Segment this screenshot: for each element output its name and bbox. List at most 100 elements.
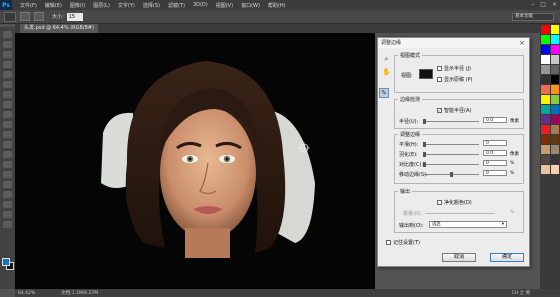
swatch-color[interactable] — [550, 45, 559, 54]
brush-tool-icon[interactable] — [3, 101, 12, 108]
swatch-color[interactable] — [550, 25, 559, 34]
gradient-tool-icon[interactable] — [3, 141, 12, 148]
dialog-close-icon[interactable]: × — [519, 39, 525, 47]
show-radius-checkbox[interactable] — [437, 66, 442, 71]
swatch-color[interactable] — [541, 115, 550, 124]
contrast-input[interactable]: 0 — [483, 160, 507, 166]
menu-image[interactable]: 图像(I) — [70, 2, 85, 9]
zoom-level[interactable]: 64.42% — [18, 291, 35, 296]
hand-icon[interactable]: ✋ — [382, 68, 391, 76]
document-tab[interactable]: 头发.psd @ 64.4% (RGB/8#) — [20, 24, 98, 33]
shift-edge-slider[interactable] — [423, 172, 479, 177]
document-canvas[interactable] — [15, 33, 375, 289]
swatch-color[interactable] — [550, 145, 559, 154]
blur-tool-icon[interactable] — [3, 151, 12, 158]
refine-radius-brush-icon[interactable]: ✎ — [379, 88, 389, 98]
contrast-slider[interactable] — [423, 162, 479, 167]
healing-tool-icon[interactable] — [3, 91, 12, 98]
show-original-option[interactable]: 显示原稿 (P) — [437, 76, 473, 83]
menu-select[interactable]: 选择(S) — [143, 2, 160, 9]
swatch-color[interactable] — [550, 125, 559, 134]
tool-preset-icon[interactable] — [4, 11, 16, 22]
menu-filter[interactable]: 滤镜(T) — [168, 2, 185, 9]
remember-settings-checkbox[interactable] — [386, 240, 391, 245]
swatch-color[interactable] — [550, 105, 559, 114]
crop-tool-icon[interactable] — [3, 71, 12, 78]
show-radius-option[interactable]: 显示半径 (J) — [437, 65, 471, 72]
history-brush-tool-icon[interactable] — [3, 121, 12, 128]
workspace-select[interactable]: 基本功能 — [512, 13, 554, 21]
marquee-tool-icon[interactable] — [3, 41, 12, 48]
path-select-tool-icon[interactable] — [3, 191, 12, 198]
swatch-color[interactable] — [550, 35, 559, 44]
swatch-color[interactable] — [541, 165, 550, 174]
move-tool-icon[interactable] — [3, 31, 12, 38]
swatch-color[interactable] — [541, 35, 550, 44]
eyedropper-tool-icon[interactable] — [3, 81, 12, 88]
pen-tool-icon[interactable] — [3, 171, 12, 178]
swatch-color[interactable] — [550, 75, 559, 84]
menu-file[interactable]: 文件(F) — [20, 2, 37, 9]
zoom-icon[interactable]: ⌕ — [382, 55, 391, 63]
menu-edit[interactable]: 编辑(E) — [45, 2, 62, 9]
remember-settings-option[interactable]: 记住设置(T) — [386, 239, 420, 246]
feather-input[interactable]: 0.0 — [483, 150, 507, 156]
smooth-slider[interactable] — [423, 142, 479, 147]
swatch-color[interactable] — [541, 155, 550, 164]
maximize-icon[interactable]: □ — [540, 1, 546, 8]
brush-add-icon[interactable] — [20, 12, 30, 21]
stamp-tool-icon[interactable] — [3, 111, 12, 118]
swatch-color[interactable] — [541, 65, 550, 74]
smart-radius-checkbox[interactable]: ✓ — [437, 108, 442, 113]
swatch-color[interactable] — [541, 145, 550, 154]
swatch-color[interactable] — [541, 45, 550, 54]
eraser-tool-icon[interactable] — [3, 131, 12, 138]
radius-slider[interactable] — [423, 119, 479, 124]
hand-tool-icon[interactable] — [3, 211, 12, 218]
shift-edge-input[interactable]: 0 — [483, 170, 507, 176]
menu-help[interactable]: 帮助(H) — [268, 2, 286, 9]
swatch-color[interactable] — [541, 85, 550, 94]
foreground-color[interactable] — [2, 258, 10, 266]
swatch-color[interactable] — [541, 55, 550, 64]
decontaminate-checkbox[interactable] — [437, 200, 442, 205]
feather-slider-thumb[interactable] — [423, 152, 426, 157]
close-icon[interactable]: × — [552, 1, 557, 8]
smooth-slider-thumb[interactable] — [423, 142, 426, 147]
decontaminate-option[interactable]: 净化颜色(D) — [437, 199, 472, 206]
lasso-tool-icon[interactable] — [3, 51, 12, 58]
menu-window[interactable]: 窗口(W) — [241, 2, 260, 9]
swatch-color[interactable] — [550, 155, 559, 164]
swatch-color[interactable] — [541, 75, 550, 84]
zoom-tool-icon[interactable] — [3, 221, 12, 228]
show-original-checkbox[interactable] — [437, 77, 442, 82]
swatch-color[interactable] — [550, 85, 559, 94]
view-mode-picker[interactable] — [419, 69, 433, 79]
ok-button[interactable]: 确定 — [490, 253, 524, 262]
swatch-color[interactable] — [550, 165, 559, 174]
size-input[interactable]: 15 — [66, 12, 83, 21]
type-tool-icon[interactable] — [3, 181, 12, 188]
menu-type[interactable]: 文字(Y) — [118, 2, 135, 9]
swatch-color[interactable] — [541, 125, 550, 134]
menu-view[interactable]: 视图(V) — [216, 2, 233, 9]
swatch-color[interactable] — [550, 115, 559, 124]
radius-input[interactable]: 0.0 — [483, 117, 507, 123]
swatch-color[interactable] — [550, 135, 559, 144]
contrast-slider-thumb[interactable] — [423, 162, 426, 167]
swatch-color[interactable] — [541, 95, 550, 104]
smart-radius-option[interactable]: ✓ 智能半径(A) — [437, 107, 471, 114]
quick-select-tool-icon[interactable] — [3, 61, 12, 68]
cancel-button[interactable]: 取消 — [442, 253, 476, 262]
smooth-input[interactable]: 0 — [483, 140, 507, 146]
radius-slider-thumb[interactable] — [423, 119, 426, 124]
shift-edge-slider-thumb[interactable] — [450, 172, 453, 177]
menu-3d[interactable]: 3D(D) — [193, 2, 208, 8]
swatch-color[interactable] — [550, 95, 559, 104]
brush-subtract-icon[interactable] — [34, 12, 44, 21]
swatch-color[interactable] — [550, 55, 559, 64]
dodge-tool-icon[interactable] — [3, 161, 12, 168]
menu-layer[interactable]: 图层(L) — [93, 2, 110, 9]
swatch-color[interactable] — [541, 135, 550, 144]
swatch-color[interactable] — [541, 105, 550, 114]
